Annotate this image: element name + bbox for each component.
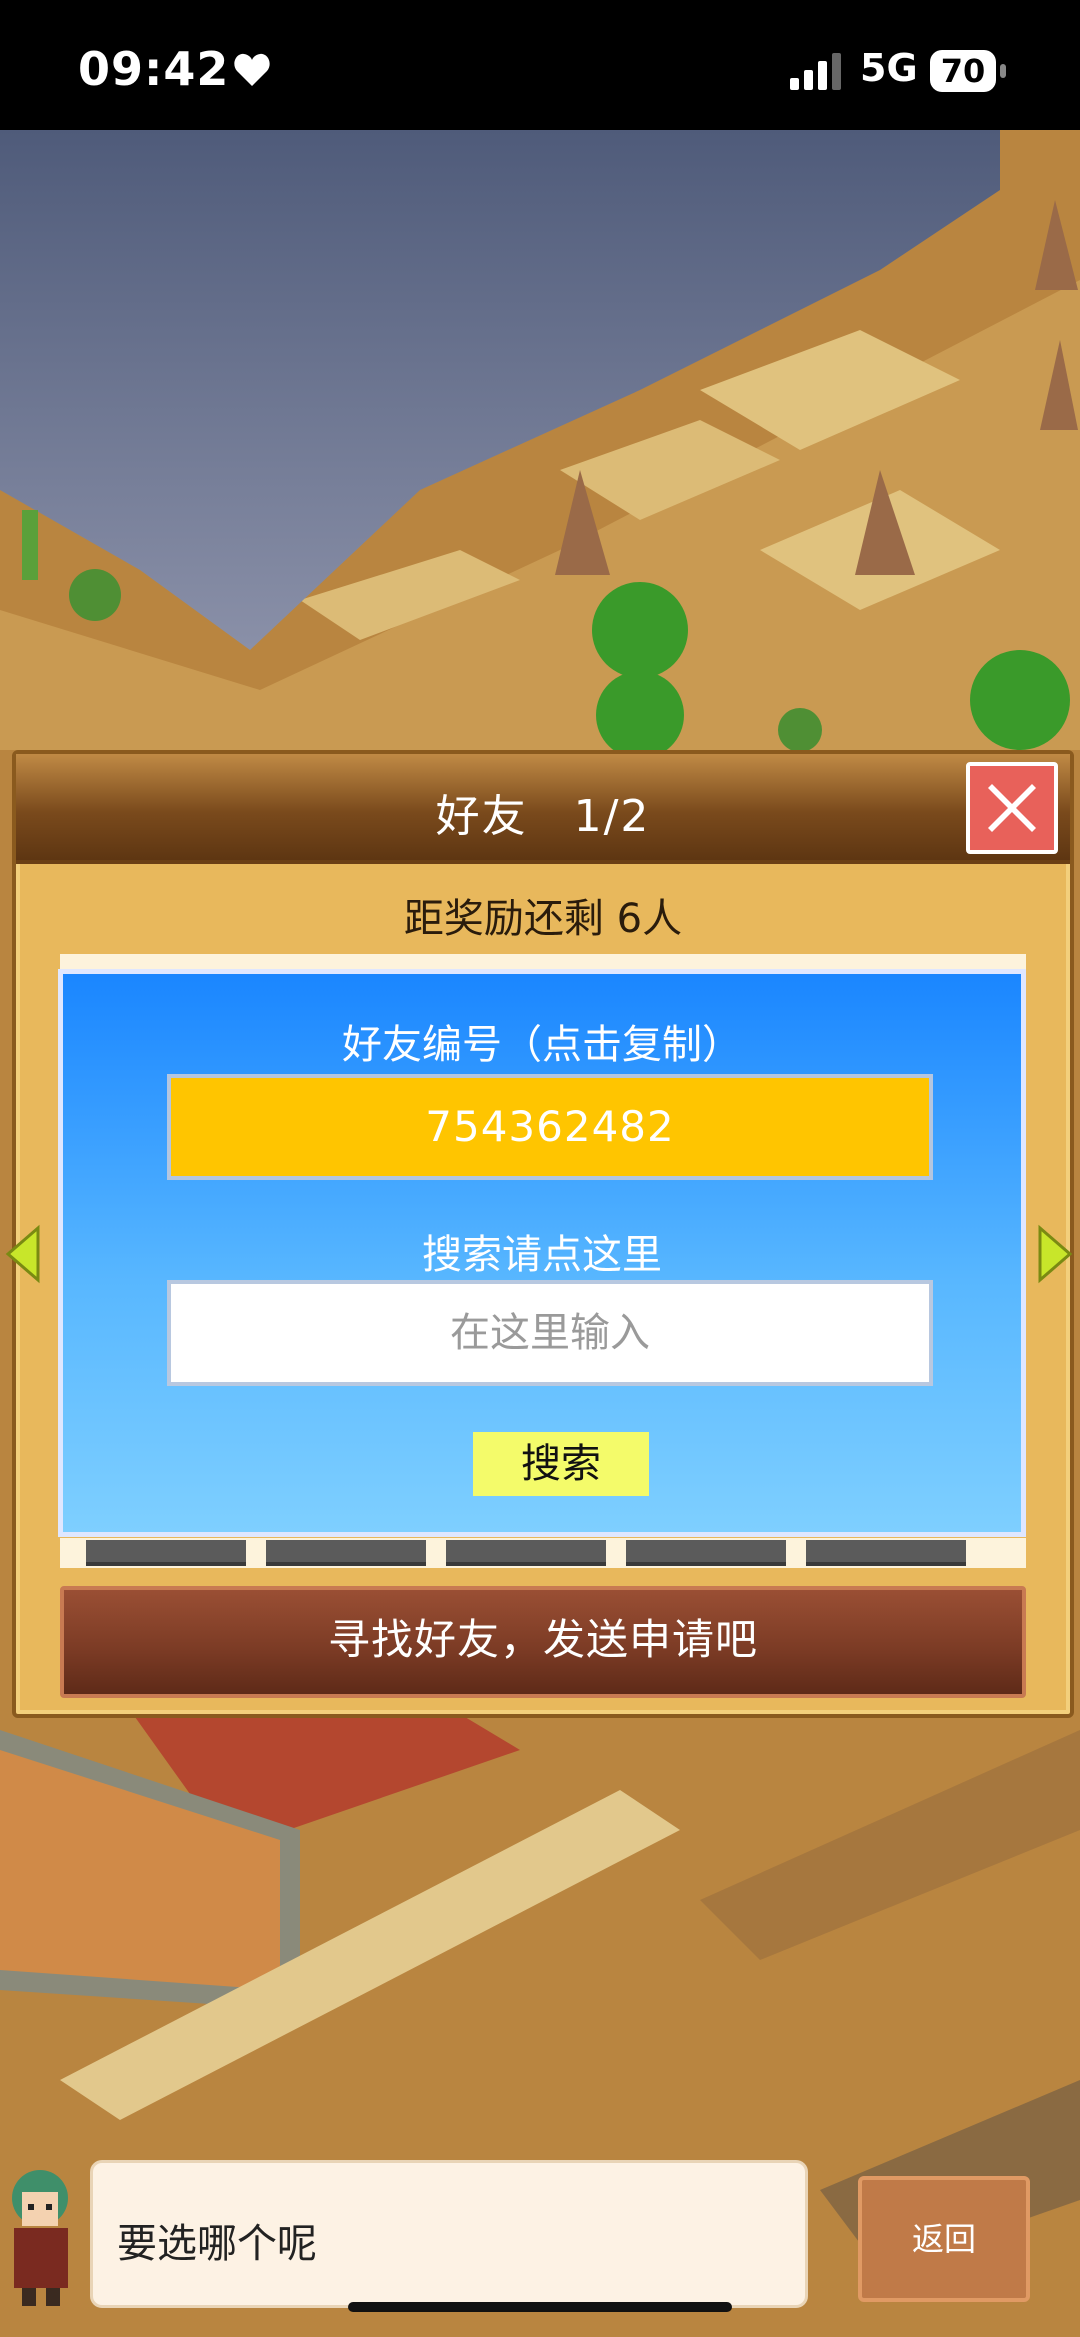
close-button[interactable] bbox=[966, 762, 1058, 854]
find-friends-button[interactable]: 寻找好友，发送申请吧 bbox=[60, 1586, 1026, 1698]
search-input[interactable] bbox=[167, 1280, 933, 1386]
character-avatar bbox=[12, 2170, 68, 2306]
friend-panel: 好友 1/2 距奖励还剩 6人 好友编号（点击复制） 754362482 搜索请… bbox=[5, 750, 1074, 1718]
back-button[interactable]: 返回 bbox=[858, 2176, 1030, 2302]
page-tabs bbox=[60, 1538, 1026, 1568]
page-tab[interactable] bbox=[806, 1540, 966, 1566]
panel-header: 好友 1/2 bbox=[16, 754, 1070, 864]
search-button[interactable]: 搜索 bbox=[473, 1432, 649, 1496]
heart-icon bbox=[234, 53, 270, 86]
battery-level: 70 bbox=[940, 52, 986, 90]
page-tab[interactable] bbox=[446, 1540, 606, 1566]
home-indicator[interactable] bbox=[348, 2302, 732, 2312]
friend-id-copy-field[interactable]: 754362482 bbox=[167, 1074, 933, 1180]
reward-progress-text: 距奖励还剩 6人 bbox=[403, 896, 683, 942]
page-tab[interactable] bbox=[86, 1540, 246, 1566]
network-type: 5G bbox=[860, 46, 918, 90]
arrow-right-icon[interactable] bbox=[1034, 1224, 1074, 1284]
friend-id-card: 好友编号（点击复制） 754362482 搜索请点这里 搜索 bbox=[58, 969, 1026, 1537]
friend-id-label: 好友编号（点击复制） bbox=[342, 1022, 742, 1068]
arrow-left-icon[interactable] bbox=[4, 1224, 44, 1284]
card-top-strip bbox=[60, 954, 1026, 970]
panel-title: 好友 1/2 bbox=[435, 791, 651, 842]
signal-icon bbox=[790, 53, 841, 90]
status-time: 09:42 bbox=[78, 42, 230, 96]
battery-icon: 70 bbox=[930, 50, 1010, 92]
search-hint: 搜索请点这里 bbox=[422, 1232, 662, 1278]
page-tab[interactable] bbox=[626, 1540, 786, 1566]
dialog-bubble: 要选哪个呢 bbox=[90, 2160, 808, 2308]
status-bar: 09:42 5G 70 bbox=[0, 0, 1080, 130]
dialog-text: 要选哪个呢 bbox=[117, 2221, 317, 2267]
close-icon bbox=[988, 784, 1036, 832]
page-tab[interactable] bbox=[266, 1540, 426, 1566]
